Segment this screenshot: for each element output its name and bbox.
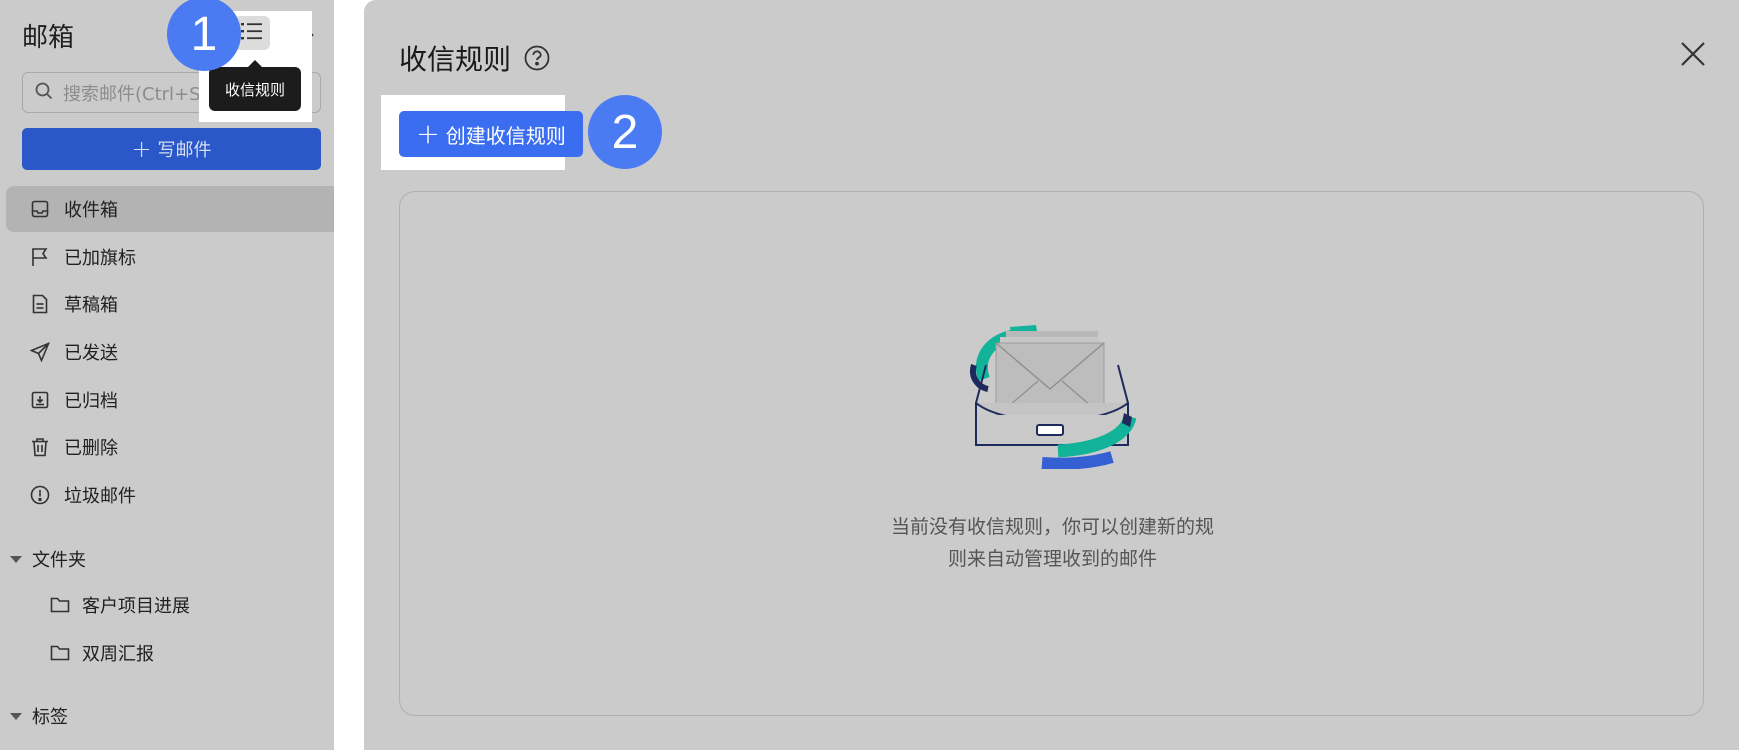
folder-icon bbox=[48, 593, 72, 617]
empty-message-line-1: 当前没有收信规则，你可以创建新的规 bbox=[890, 516, 1214, 538]
folder-item-client-progress[interactable]: 客户项目进展 bbox=[48, 585, 190, 625]
mailbox-title: 邮箱 bbox=[22, 23, 75, 53]
spam-icon bbox=[28, 483, 52, 507]
trash-icon bbox=[28, 435, 52, 459]
caret-down-icon bbox=[10, 712, 22, 720]
nav-item-flagged[interactable]: 已加旗标 bbox=[6, 234, 334, 280]
nav-label: 已发送 bbox=[64, 343, 118, 364]
nav-item-archived[interactable]: 已归档 bbox=[6, 377, 334, 423]
close-icon[interactable] bbox=[1677, 38, 1709, 70]
nav-label: 收件箱 bbox=[64, 200, 118, 221]
folder-item-biweekly-report[interactable]: 双周汇报 bbox=[48, 633, 154, 673]
folders-section-toggle[interactable]: 文件夹 bbox=[10, 546, 86, 572]
empty-state-panel: 当前没有收信规则，你可以创建新的规 则来自动管理收到的邮件 bbox=[399, 191, 1704, 716]
send-icon bbox=[28, 340, 52, 364]
caret-down-icon bbox=[10, 555, 22, 563]
create-rule-label: 创建收信规则 bbox=[445, 123, 566, 148]
receive-rules-tooltip: 收信规则 bbox=[209, 60, 301, 111]
nav-item-deleted[interactable]: 已删除 bbox=[6, 424, 334, 470]
inbox-icon bbox=[28, 197, 52, 221]
step-2-badge: 2 bbox=[588, 95, 662, 169]
compose-label: 写邮件 bbox=[157, 140, 212, 161]
overlay-gutter bbox=[334, 0, 364, 750]
dialog-title-text: 收信规则 bbox=[399, 43, 512, 76]
nav-label: 垃圾邮件 bbox=[64, 486, 136, 507]
flag-icon bbox=[28, 245, 52, 269]
mail-sidebar: 邮箱 1 收信规则 搜索邮件(Ctrl+Shift+F) + 写邮件 收件箱 已… bbox=[0, 0, 334, 750]
plus-icon: + bbox=[416, 117, 440, 150]
tags-heading: 标签 bbox=[32, 707, 68, 728]
empty-state-message: 当前没有收信规则，你可以创建新的规 则来自动管理收到的邮件 bbox=[820, 511, 1285, 575]
list-icon bbox=[241, 21, 263, 45]
nav-item-inbox[interactable]: 收件箱 bbox=[6, 186, 334, 232]
folder-icon bbox=[48, 641, 72, 665]
folder-label: 双周汇报 bbox=[82, 644, 154, 665]
archive-icon bbox=[28, 388, 52, 412]
draft-icon bbox=[28, 292, 52, 316]
dialog-title: 收信规则 bbox=[399, 38, 551, 78]
nav-label: 已加旗标 bbox=[64, 248, 136, 269]
folders-heading: 文件夹 bbox=[32, 550, 86, 571]
nav-item-spam[interactable]: 垃圾邮件 bbox=[6, 472, 334, 518]
empty-message-line-2: 则来自动管理收到的邮件 bbox=[947, 548, 1157, 570]
nav-label: 已归档 bbox=[64, 391, 118, 412]
step-1-badge: 1 bbox=[167, 0, 241, 71]
compose-button[interactable]: + 写邮件 bbox=[22, 128, 321, 170]
create-rule-button[interactable]: + 创建收信规则 bbox=[399, 111, 583, 157]
folder-label: 客户项目进展 bbox=[82, 596, 190, 617]
empty-inbox-illustration bbox=[966, 317, 1137, 470]
help-question-icon[interactable] bbox=[523, 44, 551, 72]
search-icon bbox=[35, 82, 53, 104]
nav-item-sent[interactable]: 已发送 bbox=[6, 329, 334, 375]
nav-item-drafts[interactable]: 草稿箱 bbox=[6, 281, 334, 327]
nav-label: 已删除 bbox=[64, 438, 118, 459]
plus-icon: + bbox=[131, 135, 152, 163]
tags-section-toggle[interactable]: 标签 bbox=[10, 703, 68, 729]
receive-rules-dialog: 收信规则 + 创建收信规则 2 当前没有收信规则，你可以创建新的规 则来自动管理… bbox=[364, 0, 1739, 750]
nav-label: 草稿箱 bbox=[64, 295, 118, 316]
